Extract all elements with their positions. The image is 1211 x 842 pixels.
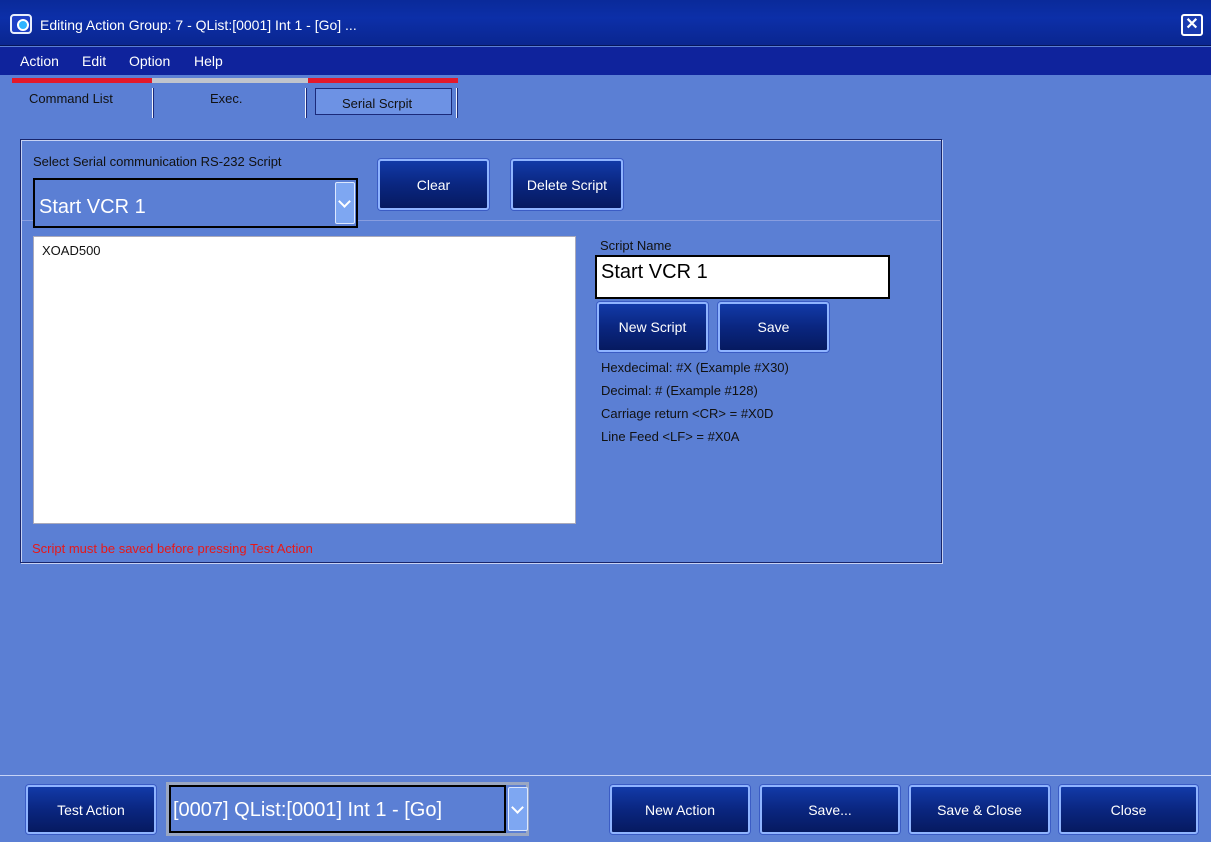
new-script-button[interactable]: New Script — [597, 302, 708, 352]
delete-script-button[interactable]: Delete Script — [511, 159, 623, 210]
tab-command-list[interactable]: Command List — [29, 91, 113, 106]
title-bar: Editing Action Group: 7 - QList:[0001] I… — [0, 0, 1211, 46]
chevron-down-icon[interactable] — [508, 787, 528, 831]
help-hexdecimal: Hexdecimal: #X (Example #X30) — [601, 360, 789, 375]
action-select-dropdown[interactable]: [0007] QList:[0001] Int 1 - [Go] — [166, 782, 529, 836]
tab-divider — [305, 88, 307, 118]
save-button[interactable]: Save... — [760, 785, 900, 834]
tab-strip: Command List Exec. Serial Scrpit — [0, 75, 1211, 120]
script-name-field[interactable]: Start VCR 1 — [595, 255, 890, 299]
save-close-button[interactable]: Save & Close — [909, 785, 1050, 834]
clear-button[interactable]: Clear — [378, 159, 489, 210]
script-name-label: Script Name — [600, 238, 672, 253]
tab-exec[interactable]: Exec. — [210, 91, 243, 106]
warning-message: Script must be saved before pressing Tes… — [32, 541, 313, 556]
menu-bar: Action Edit Option Help — [0, 47, 1211, 75]
menu-option[interactable]: Option — [129, 53, 170, 69]
tab-accent-line — [308, 78, 458, 83]
window-title: Editing Action Group: 7 - QList:[0001] I… — [40, 17, 357, 33]
tab-serial-script-label: Serial Scrpit — [342, 96, 413, 111]
tab-divider — [456, 88, 458, 118]
test-action-button[interactable]: Test Action — [26, 785, 156, 834]
app-icon — [10, 14, 32, 34]
script-select-dropdown[interactable]: Start VCR 1 — [33, 178, 358, 228]
tab-divider — [152, 88, 154, 118]
tab-accent-line — [152, 78, 308, 83]
tab-accent-line — [12, 78, 152, 83]
help-decimal: Decimal: # (Example #128) — [601, 383, 758, 398]
chevron-down-icon[interactable] — [335, 182, 355, 224]
close-button[interactable]: Close — [1059, 785, 1198, 834]
menu-help[interactable]: Help — [194, 53, 223, 69]
script-text-area[interactable]: XOAD500 — [33, 236, 576, 524]
script-select-value: Start VCR 1 — [39, 196, 146, 218]
select-script-label: Select Serial communication RS-232 Scrip… — [33, 154, 282, 169]
menu-edit[interactable]: Edit — [82, 53, 106, 69]
help-carriage-return: Carriage return <CR> = #X0D — [601, 406, 774, 421]
tab-serial-script[interactable]: Serial Scrpit — [315, 88, 452, 115]
close-icon[interactable]: ✕ — [1181, 14, 1203, 36]
help-line-feed: Line Feed <LF> = #X0A — [601, 429, 740, 444]
save-script-button[interactable]: Save — [718, 302, 829, 352]
action-select-value: [0007] QList:[0001] Int 1 - [Go] — [173, 799, 443, 821]
new-action-button[interactable]: New Action — [610, 785, 750, 834]
menu-action[interactable]: Action — [20, 53, 59, 69]
